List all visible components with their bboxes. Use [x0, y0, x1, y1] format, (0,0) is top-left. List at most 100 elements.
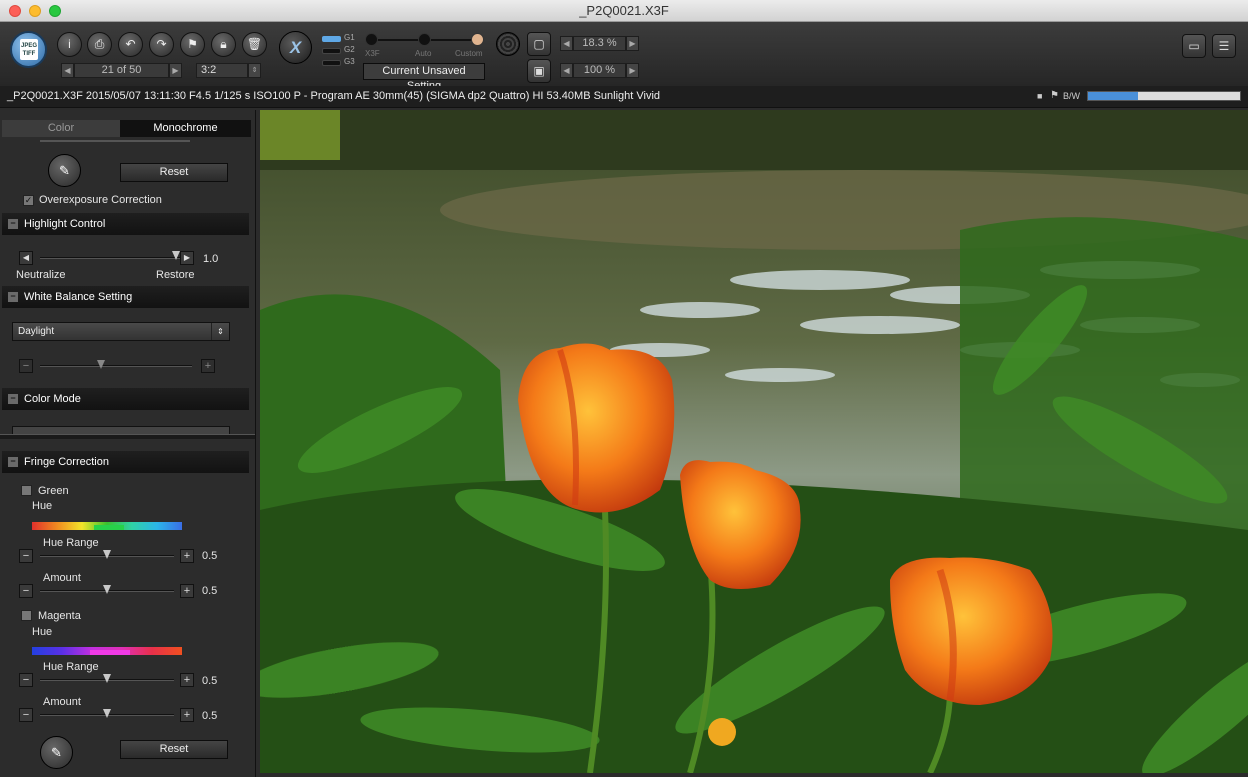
select-stepper-icon: ⇕ — [211, 323, 229, 340]
highlight-control-header[interactable]: − Highlight Control — [2, 213, 249, 235]
collapse-icon[interactable]: − — [8, 457, 18, 467]
actual-size-icon: ▣ — [533, 64, 545, 78]
reset-button-fringe[interactable]: Reset — [120, 740, 228, 759]
magenta-amount-thumb[interactable] — [103, 709, 111, 718]
zoom-top-value: 18.3 % — [573, 36, 626, 51]
tab-monochrome[interactable]: Monochrome — [120, 120, 251, 137]
actual-size-button[interactable]: ▣ — [527, 59, 551, 83]
green-hue-label: Hue — [32, 500, 53, 512]
highlight-decrease-button[interactable]: ◀ — [19, 251, 33, 265]
zoom-out-bottom-button[interactable]: ◀ — [560, 63, 573, 78]
auto-adjust-button[interactable]: ✎ — [48, 154, 81, 187]
adjustment-panel-button[interactable]: ☰ — [1212, 34, 1236, 58]
group-g3-indicator[interactable] — [322, 60, 341, 66]
current-setting-button[interactable]: Current Unsaved Setting — [363, 63, 485, 92]
flag-button[interactable]: ⚑ — [180, 32, 205, 57]
fit-screen-button[interactable]: ▢ — [527, 32, 551, 56]
lock-button[interactable]: 🔒︎ — [211, 32, 236, 57]
close-window-button[interactable] — [9, 5, 21, 17]
auto-label: Auto — [415, 49, 432, 58]
wb-x3f-knob[interactable] — [365, 33, 378, 46]
magenta-amount-minus[interactable]: − — [19, 708, 33, 722]
wb-slider-track[interactable] — [40, 365, 192, 367]
magenta-hue-range-thumb[interactable] — [103, 674, 111, 683]
collapse-icon[interactable]: − — [8, 219, 18, 229]
toolbar: JPEG TIFF i ⎙ ↶ ↷ ⚑ 🔒︎ 🗑︎ ◀ 21 of 50 ▶ 3… — [0, 22, 1248, 92]
zoom-bottom-value: 100 % — [573, 63, 626, 78]
lock-status-icon: ■ — [1037, 91, 1043, 101]
fringe-correction-header[interactable]: − Fringe Correction — [2, 451, 249, 473]
color-mode-header[interactable]: − Color Mode — [2, 388, 249, 410]
highlight-increase-button[interactable]: ▶ — [180, 251, 194, 265]
aspect-ratio-select[interactable]: 3:2 — [196, 63, 248, 78]
tab-color[interactable]: Color — [2, 120, 120, 137]
flag-status-icon: ⚑ — [1050, 90, 1059, 101]
magenta-hue-label: Hue — [32, 626, 53, 638]
white-balance-select[interactable]: Daylight ⇕ — [12, 322, 230, 341]
overexposure-checkbox[interactable]: ✓ — [23, 195, 34, 206]
rotate-right-icon: ↷ — [156, 37, 167, 51]
neutralize-label: Neutralize — [16, 269, 66, 281]
g1-label: G1 — [344, 33, 355, 42]
green-hue-range-thumb[interactable] — [103, 550, 111, 559]
magenta-hue-range-value: 0.5 — [202, 675, 218, 687]
green-amount-plus[interactable]: + — [180, 584, 194, 598]
magenta-checkbox[interactable] — [21, 610, 32, 621]
collapse-icon[interactable]: − — [8, 292, 18, 302]
zoom-window-button[interactable] — [49, 5, 61, 17]
wb-plus-button[interactable]: + — [201, 359, 215, 373]
info-bar: _P2Q0021.X3F 2015/05/07 13:11:30 F4.5 1/… — [0, 86, 1248, 108]
print-button[interactable]: ⎙ — [87, 32, 112, 57]
x3f-logo-button[interactable]: X — [279, 31, 312, 64]
magenta-hue-range-label: Hue Range — [43, 661, 99, 673]
green-amount-thumb[interactable] — [103, 585, 111, 594]
wb-auto-knob[interactable] — [418, 33, 431, 46]
magenta-hue-range-plus[interactable]: + — [180, 673, 194, 687]
highlight-value: 1.0 — [203, 253, 219, 265]
fringe-auto-button[interactable]: ✎ — [40, 736, 73, 769]
image-info-text: _P2Q0021.X3F 2015/05/07 13:11:30 F4.5 1/… — [7, 90, 661, 102]
tulip-photo — [260, 110, 1248, 773]
green-checkbox[interactable] — [21, 485, 32, 496]
green-amount-minus[interactable]: − — [19, 584, 33, 598]
highlight-slider-track[interactable] — [40, 257, 180, 259]
g2-label: G2 — [344, 45, 355, 54]
loupe-button[interactable] — [496, 32, 520, 56]
reset-button-top[interactable]: Reset — [120, 163, 228, 182]
image-counter: 21 of 50 — [74, 63, 169, 78]
zoom-in-top-button[interactable]: ▶ — [626, 36, 639, 51]
image-view-button[interactable]: ▭ — [1182, 34, 1206, 58]
wb-minus-button[interactable]: − — [19, 359, 33, 373]
minimize-window-button[interactable] — [29, 5, 41, 17]
zoom-out-top-button[interactable]: ◀ — [560, 36, 573, 51]
green-hue-range-minus[interactable]: − — [19, 549, 33, 563]
collapse-icon[interactable]: − — [8, 394, 18, 404]
jpeg-tiff-save-button[interactable]: JPEG TIFF — [10, 31, 47, 68]
wand-icon: ✎ — [59, 163, 70, 178]
info-button[interactable]: i — [57, 32, 82, 57]
custom-label: Custom — [455, 49, 483, 58]
aspect-ratio-stepper[interactable]: ⇕ — [248, 63, 261, 78]
magenta-hue-range-minus[interactable]: − — [19, 673, 33, 687]
restore-label: Restore — [156, 269, 195, 281]
green-hue-range-plus[interactable]: + — [180, 549, 194, 563]
white-balance-header[interactable]: − White Balance Setting — [2, 286, 249, 308]
zoom-in-bottom-button[interactable]: ▶ — [626, 63, 639, 78]
main-photo-view[interactable] — [260, 110, 1248, 773]
highlight-slider-thumb[interactable] — [171, 251, 180, 260]
prev-image-button[interactable]: ◀ — [61, 63, 74, 78]
wb-custom-knob[interactable] — [471, 33, 484, 46]
wb-slider-thumb[interactable] — [96, 360, 105, 369]
rotate-left-button[interactable]: ↶ — [118, 32, 143, 57]
color-mode-select[interactable] — [12, 426, 230, 434]
next-image-button[interactable]: ▶ — [169, 63, 182, 78]
magenta-amount-plus[interactable]: + — [180, 708, 194, 722]
group-g2-indicator[interactable] — [322, 48, 341, 54]
window-title: _P2Q0021.X3F — [579, 3, 669, 18]
group-g1-indicator[interactable] — [322, 36, 341, 42]
g3-label: G3 — [344, 57, 355, 66]
magenta-hue-range-indicator — [90, 650, 130, 655]
adjustment-panel: Color Monochrome ✎ Reset ✓ Overexposure … — [0, 110, 256, 777]
rotate-right-button[interactable]: ↷ — [149, 32, 174, 57]
delete-button[interactable]: 🗑︎ — [242, 32, 267, 57]
